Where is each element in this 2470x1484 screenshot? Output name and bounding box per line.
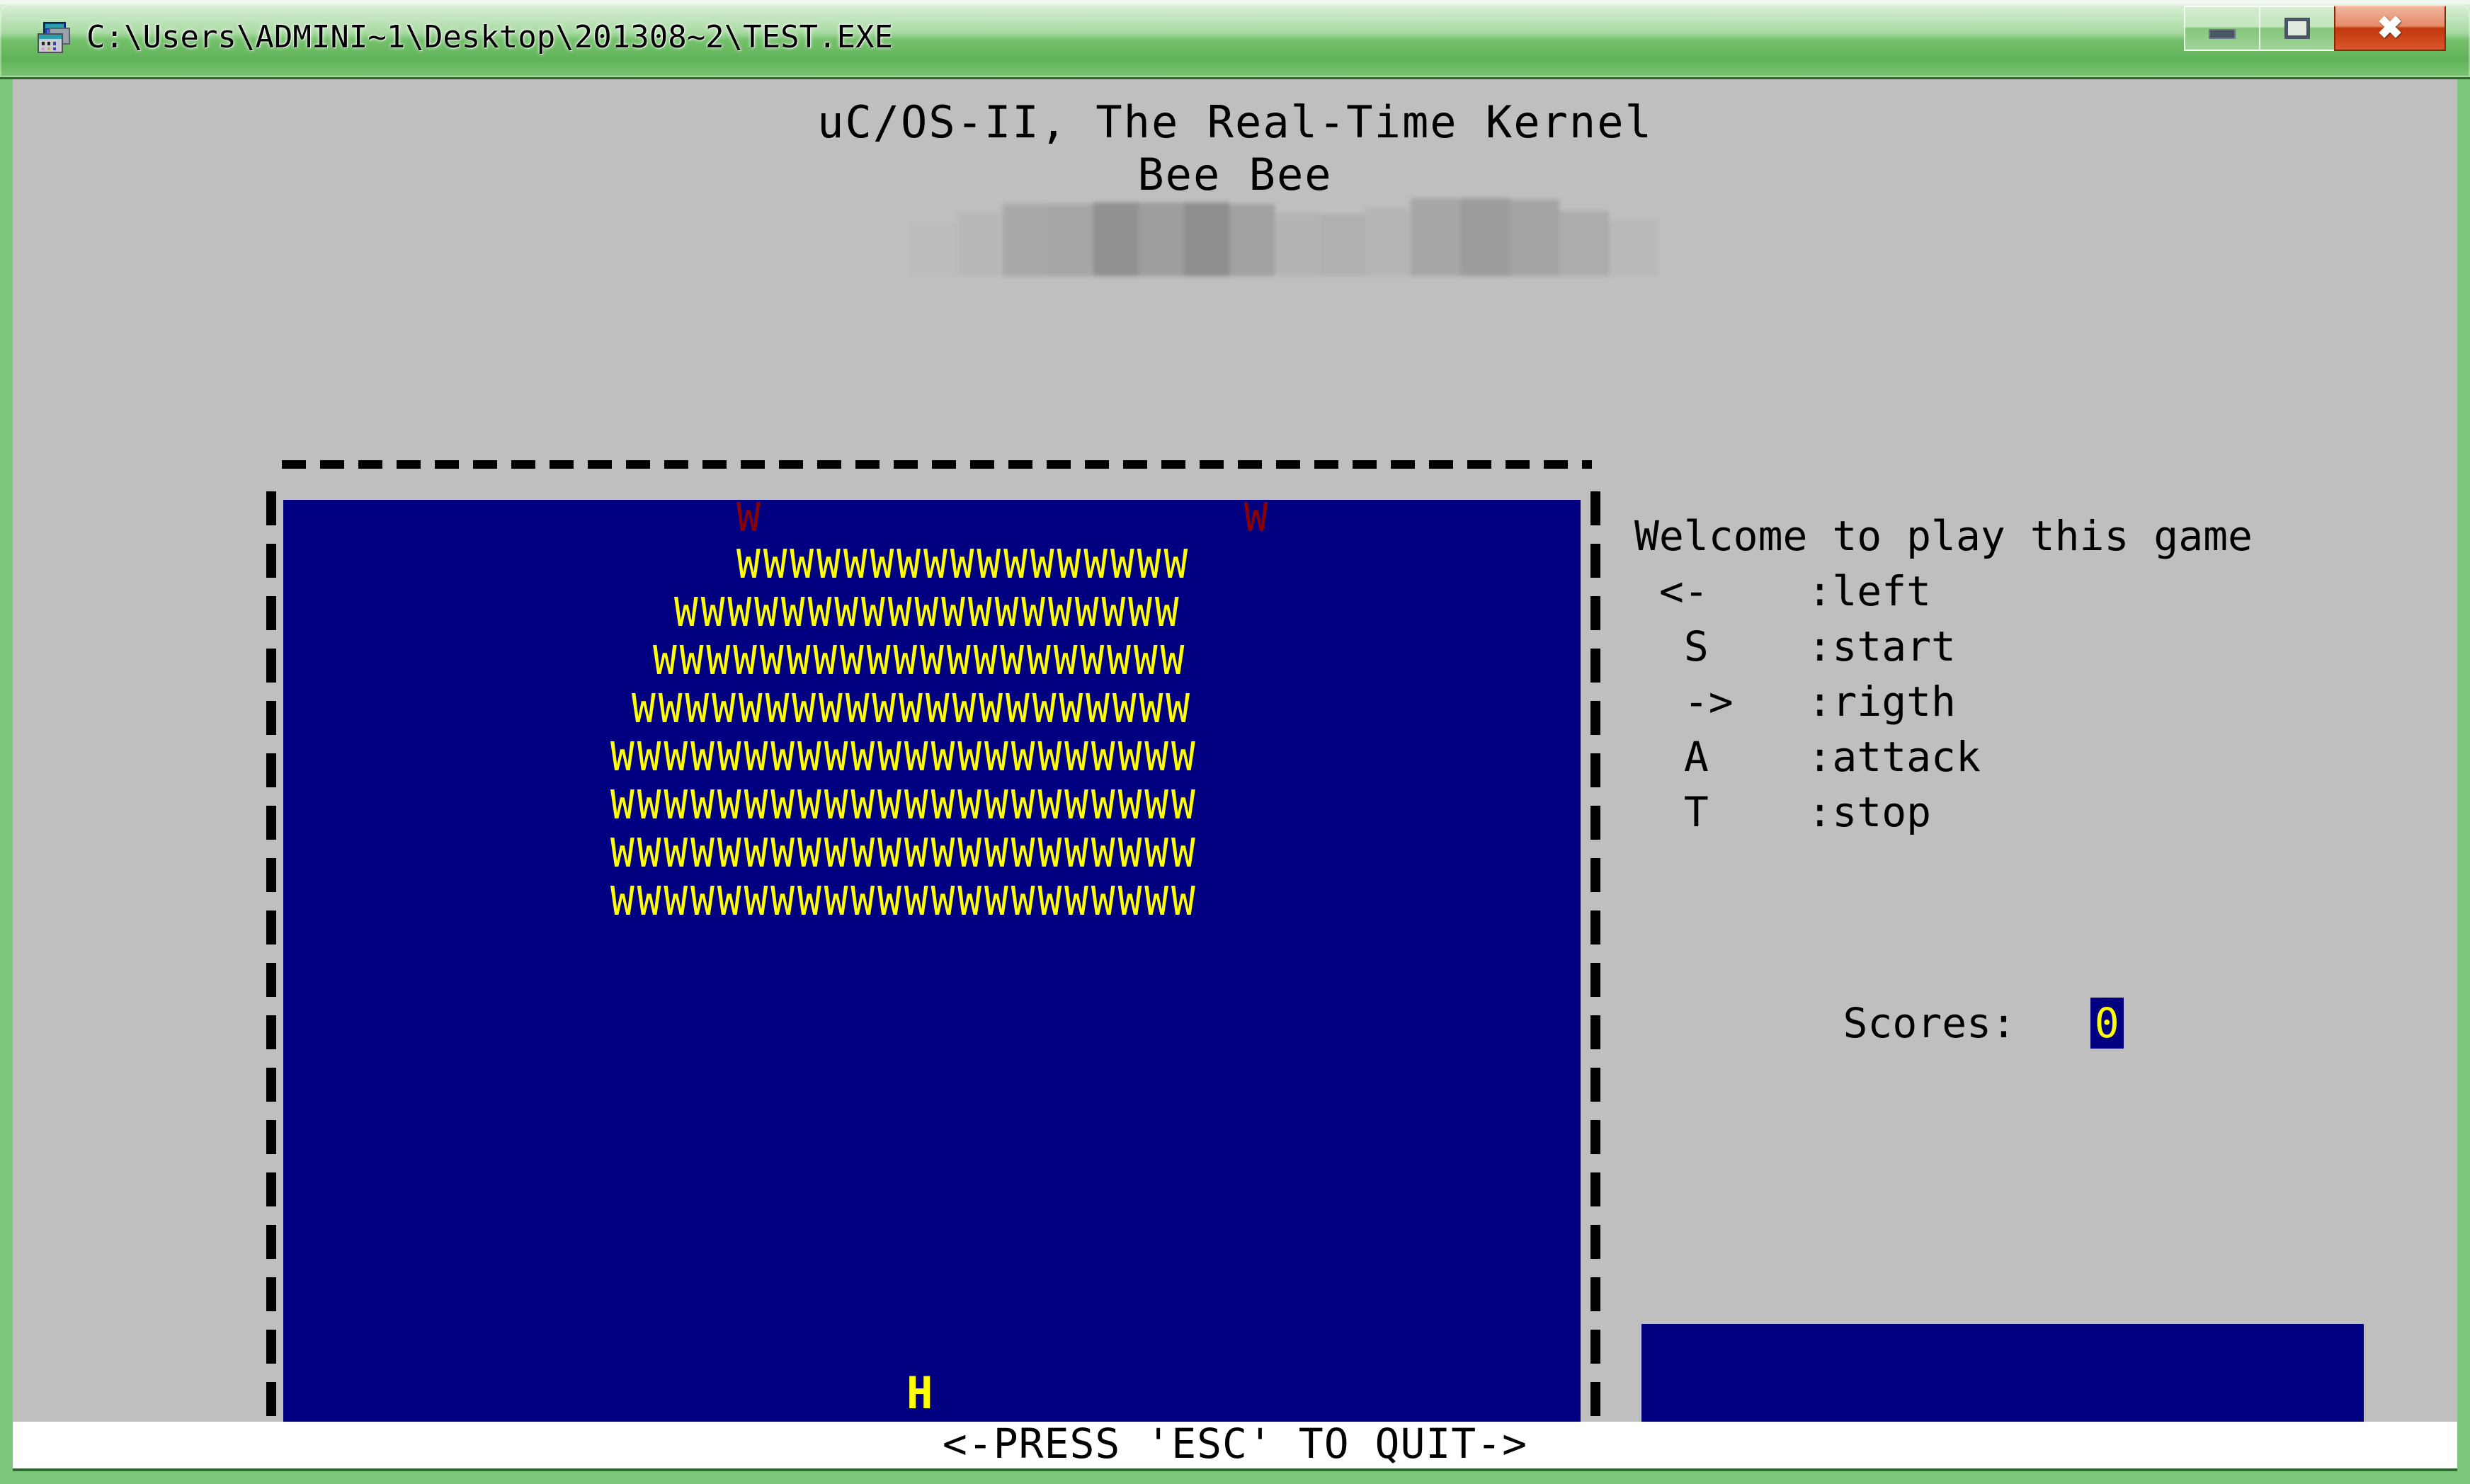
bee-row-6: WWWWWWWWWWWWWWWWWWWWWW (610, 782, 1198, 828)
close-button[interactable]: ✖ (2334, 6, 2446, 51)
game-title-line: Bee Bee (1137, 149, 1333, 200)
bee-row-5: WWWWWWWWWWWWWWWWWWWWWW (610, 734, 1198, 780)
title-bar[interactable]: C:\Users\ADMINI~1\Desktop\201308~2\TEST.… (0, 0, 2470, 79)
minimize-icon (2209, 29, 2236, 39)
scores-row: Scores: 0 (1695, 949, 2124, 1097)
app-window-screenshot: C:\Users\ADMINI~1\Desktop\201308~2\TEST.… (0, 0, 2470, 1484)
console-app-icon (38, 22, 70, 53)
close-icon: ✖ (2377, 11, 2403, 45)
field-border-right (1590, 491, 1600, 1422)
scores-value: 0 (2090, 998, 2124, 1049)
scores-label: Scores: (1843, 999, 2016, 1047)
boss-bee-row: W W (736, 500, 1271, 541)
kernel-title-line: uC/OS-II, The Real-Time Kernel (817, 96, 1653, 148)
field-border-top (282, 460, 1592, 469)
player-ship[interactable]: H (906, 1371, 933, 1416)
minimize-button[interactable] (2184, 6, 2259, 51)
maximize-button[interactable] (2259, 6, 2334, 51)
window-title: C:\Users\ADMINI~1\Desktop\201308~2\TEST.… (86, 19, 894, 55)
bee-row-8: WWWWWWWWWWWWWWWWWWWWWW (610, 879, 1198, 925)
field-border-left (266, 491, 276, 1422)
window-controls: ✖ (2184, 6, 2446, 52)
maximize-icon (2284, 18, 2310, 39)
status-bar: <-PRESS 'ESC' TO QUIT-> (13, 1422, 2457, 1471)
bee-row-3: WWWWWWWWWWWWWWWWWWWW (653, 638, 1188, 684)
bee-row-4: WWWWWWWWWWWWWWWWWWWWW (632, 686, 1193, 732)
quit-hint-text: <-PRESS 'ESC' TO QUIT-> (942, 1422, 1528, 1468)
kernel-stats-box: Number of tasks: 5 Number of ctxsw/s: 21… (1641, 1324, 2364, 1422)
bee-row-1: WWWWWWWWWWWWWWWWW (736, 542, 1191, 588)
console-client-area: uC/OS-II, The Real-Time Kernel Bee Bee W… (13, 79, 2457, 1422)
help-panel: Welcome to play this game <- :left S :st… (1634, 512, 2253, 836)
bee-row-7: WWWWWWWWWWWWWWWWWWWWWW (610, 831, 1198, 877)
game-play-field[interactable]: W W WWWWWWWWWWWWWWWWW WWWWWWWWWWWWWWWWWW… (283, 500, 1581, 1422)
bee-row-2: WWWWWWWWWWWWWWWWWWW (674, 590, 1182, 636)
censored-mosaic-block (912, 198, 1670, 276)
